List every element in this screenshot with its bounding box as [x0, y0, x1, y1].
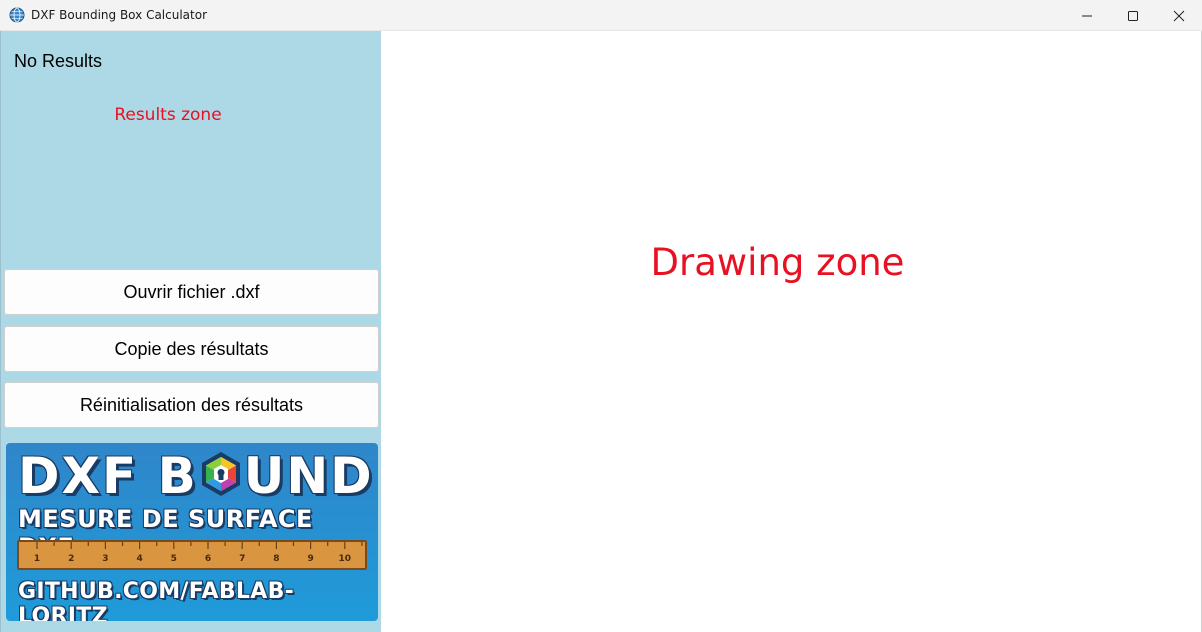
open-dxf-button[interactable]: Ouvrir fichier .dxf	[4, 269, 379, 315]
ruler-mark-label: 5	[171, 554, 177, 564]
minimize-button[interactable]	[1064, 0, 1110, 31]
ruler-mark-label: 10	[339, 554, 352, 564]
ruler-mark-label: 1	[34, 554, 40, 564]
ruler-mark-label: 9	[307, 554, 313, 564]
drawing-canvas[interactable]: Drawing zone	[381, 31, 1202, 632]
banner-github-url: GITHUB.COM/FABLAB-LORITZ	[18, 579, 295, 621]
maximize-icon	[1128, 10, 1138, 21]
ruler-mark-label: 3	[102, 554, 108, 564]
maximize-button[interactable]	[1110, 0, 1156, 31]
window-title: DXF Bounding Box Calculator	[31, 8, 208, 22]
close-icon	[1173, 10, 1185, 21]
minimize-icon	[1082, 15, 1092, 16]
ruler-mark-label: 8	[273, 554, 279, 564]
banner-title-left: DXF B	[18, 447, 198, 505]
globe-app-icon	[9, 7, 25, 23]
ruler-mark-label: 6	[205, 554, 211, 564]
dxf-bound-banner: DXF B UND MESURE DE SURFACE DXF 12345678…	[6, 443, 378, 621]
ruler-mark-label: 2	[68, 554, 74, 564]
banner-title: DXF B UND	[18, 447, 374, 505]
title-bar: DXF Bounding Box Calculator	[0, 0, 1202, 31]
ruler-graphic: 1 2 3 4 5 6 7 8 9 10	[17, 540, 367, 570]
hexagon-logo-icon	[201, 452, 240, 496]
results-zone-placeholder: Results zone	[114, 105, 222, 125]
copy-results-button[interactable]: Copie des résultats	[4, 326, 379, 372]
ruler-mark-label: 7	[239, 554, 245, 564]
reset-results-button[interactable]: Réinitialisation des résultats	[4, 382, 379, 428]
ruler-mark-label: 4	[136, 554, 142, 564]
sidebar-panel: No Results Results zone Ouvrir fichier .…	[0, 31, 381, 632]
drawing-zone-placeholder: Drawing zone	[650, 241, 905, 284]
banner-title-right: UND	[243, 447, 374, 505]
results-status: No Results	[14, 51, 103, 71]
close-button[interactable]	[1156, 0, 1202, 31]
